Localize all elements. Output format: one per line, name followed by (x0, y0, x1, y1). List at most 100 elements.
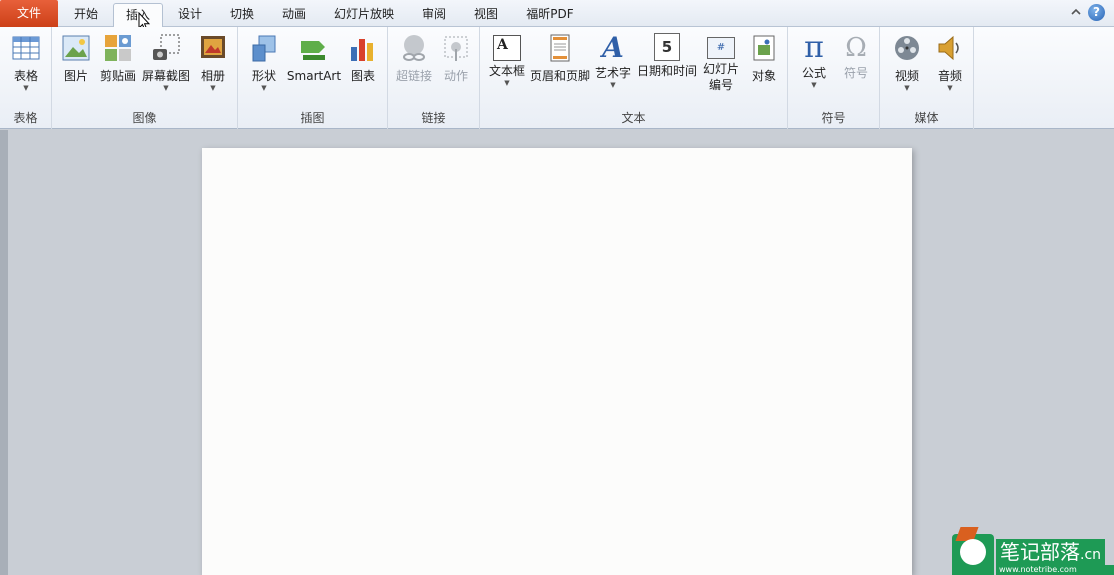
watermark-text: 笔记部落.cn (996, 539, 1106, 565)
equation-label: 公式 (801, 66, 826, 80)
group-label-symbols: 符号 (821, 111, 846, 125)
group-symbols: π 公式 ▼ Ω 符号 符号 (788, 27, 880, 129)
picture-icon (62, 35, 90, 61)
action-label: 动作 (443, 69, 468, 83)
tab-home[interactable]: 开始 (62, 3, 110, 27)
film-reel-icon (895, 36, 919, 60)
help-icon[interactable]: ? (1088, 4, 1105, 21)
group-illustrations: 形状 ▼ SmartArt 图表 插图 (238, 27, 388, 129)
slide-number-button[interactable]: # 幻灯片 编号 (698, 31, 744, 103)
shapes-label: 形状 (251, 69, 276, 83)
action-icon (444, 36, 468, 61)
dropdown-arrow-icon: ▼ (504, 79, 510, 87)
minimize-ribbon-icon[interactable] (1070, 5, 1082, 19)
group-images: 图片 剪贴画 屏幕截图 ▼ 相册 ▼ 图像 (52, 27, 238, 129)
dropdown-arrow-icon: ▼ (947, 84, 953, 92)
screenshot-label: 屏幕截图 (141, 69, 190, 83)
wordart-button[interactable]: A 艺术字 ▼ (590, 31, 636, 103)
video-label: 视频 (894, 69, 919, 83)
equation-button[interactable]: π 公式 ▼ (792, 31, 836, 103)
audio-button[interactable]: 音频 ▼ (930, 31, 970, 103)
smartart-icon (301, 41, 325, 60)
clipart-icon (105, 35, 131, 61)
group-label-images: 图像 (132, 111, 157, 125)
hyperlink-icon (403, 35, 425, 61)
photo-album-button[interactable]: 相册 ▼ (192, 31, 234, 103)
watermark: 笔记部落.cn www.notetribe.com (952, 527, 1114, 575)
video-button[interactable]: 视频 ▼ (884, 31, 930, 103)
tab-design[interactable]: 设计 (166, 3, 214, 27)
hyperlink-label: 超链接 (395, 69, 432, 83)
picture-label: 图片 (63, 69, 88, 83)
ribbon-tab-bar: 文件 开始 插入 设计 切换 动画 幻灯片放映 审阅 视图 福昕PDF ? (0, 0, 1114, 32)
chart-label: 图表 (350, 69, 375, 83)
watermark-url: www.notetribe.com (996, 565, 1114, 575)
group-label-illustrations: 插图 (300, 111, 325, 125)
watermark-pencil-icon (960, 539, 986, 565)
hyperlink-button[interactable]: 超链接 (392, 31, 436, 103)
date-time-button[interactable]: 5 日期和时间 (636, 31, 698, 103)
pi-icon: π (804, 30, 824, 65)
shapes-button[interactable]: 形状 ▼ (242, 31, 286, 103)
slide-number-label-line1: 幻灯片 (702, 62, 739, 76)
date-time-label: 日期和时间 (636, 64, 697, 78)
smartart-button[interactable]: SmartArt (286, 31, 342, 103)
wordart-icon: A (602, 31, 624, 64)
tab-transitions[interactable]: 切换 (218, 3, 266, 27)
dropdown-arrow-icon: ▼ (811, 81, 817, 89)
group-media: 视频 ▼ 音频 ▼ 媒体 (880, 27, 974, 129)
smartart-label: SmartArt (286, 69, 342, 83)
slide-number-label-line2: 编号 (708, 78, 733, 92)
symbol-button[interactable]: Ω 符号 (836, 31, 876, 103)
group-label-tables: 表格 (13, 111, 38, 125)
shapes-icon (252, 35, 276, 62)
textbox-button[interactable]: A 文本框 ▼ (484, 31, 530, 103)
dropdown-arrow-icon: ▼ (163, 84, 169, 92)
slide-number-icon: # (707, 37, 735, 59)
dropdown-arrow-icon: ▼ (261, 84, 267, 92)
tab-slideshow[interactable]: 幻灯片放映 (322, 3, 406, 27)
table-button[interactable]: 表格 ▼ (4, 31, 48, 103)
audio-label: 音频 (937, 69, 962, 83)
dropdown-arrow-icon: ▼ (610, 81, 616, 89)
calendar-icon: 5 (654, 33, 680, 61)
tab-view[interactable]: 视图 (462, 3, 510, 27)
speaker-icon (938, 35, 959, 61)
header-footer-icon (550, 34, 570, 62)
slide-thumbnail-pane[interactable] (0, 130, 8, 575)
tab-foxit-pdf[interactable]: 福昕PDF (514, 3, 586, 27)
chart-button[interactable]: 图表 (342, 31, 384, 103)
screenshot-button[interactable]: 屏幕截图 ▼ (140, 31, 192, 103)
photo-album-icon (201, 36, 225, 58)
group-label-media: 媒体 (914, 111, 939, 125)
tab-review[interactable]: 审阅 (410, 3, 458, 27)
tab-animations[interactable]: 动画 (270, 3, 318, 27)
clipart-button[interactable]: 剪贴画 (96, 31, 140, 103)
object-button[interactable]: 对象 (744, 31, 784, 103)
table-label: 表格 (13, 69, 38, 83)
header-footer-button[interactable]: 页眉和页脚 (530, 31, 590, 103)
textbox-icon: A (493, 35, 521, 61)
object-label: 对象 (751, 69, 776, 83)
slide-canvas[interactable] (202, 148, 912, 575)
group-links: 超链接 动作 链接 (388, 27, 480, 129)
table-icon (12, 36, 40, 60)
group-text: A 文本框 ▼ 页眉和页脚 A 艺术字 ▼ 5 日期和时间 # 幻灯片 编号 对… (480, 27, 788, 129)
group-label-links: 链接 (421, 111, 446, 125)
picture-button[interactable]: 图片 (56, 31, 96, 103)
dropdown-arrow-icon: ▼ (904, 84, 910, 92)
symbol-label: 符号 (843, 66, 868, 80)
object-icon (753, 35, 775, 61)
tab-file[interactable]: 文件 (0, 0, 58, 27)
action-button[interactable]: 动作 (436, 31, 476, 103)
ribbon: 表格 ▼ 表格 图片 剪贴画 屏幕截图 ▼ 相册 ▼ 图像 形状 ▼ Smart… (0, 27, 1114, 129)
clipart-label: 剪贴画 (99, 69, 136, 83)
group-tables: 表格 ▼ 表格 (0, 27, 52, 129)
textbox-label: 文本框 (488, 64, 525, 78)
wordart-label: 艺术字 (594, 66, 631, 80)
group-label-text: 文本 (621, 111, 646, 125)
omega-icon: Ω (845, 33, 867, 63)
screenshot-icon (153, 34, 180, 60)
dropdown-arrow-icon: ▼ (23, 84, 29, 92)
dropdown-arrow-icon: ▼ (210, 84, 216, 92)
